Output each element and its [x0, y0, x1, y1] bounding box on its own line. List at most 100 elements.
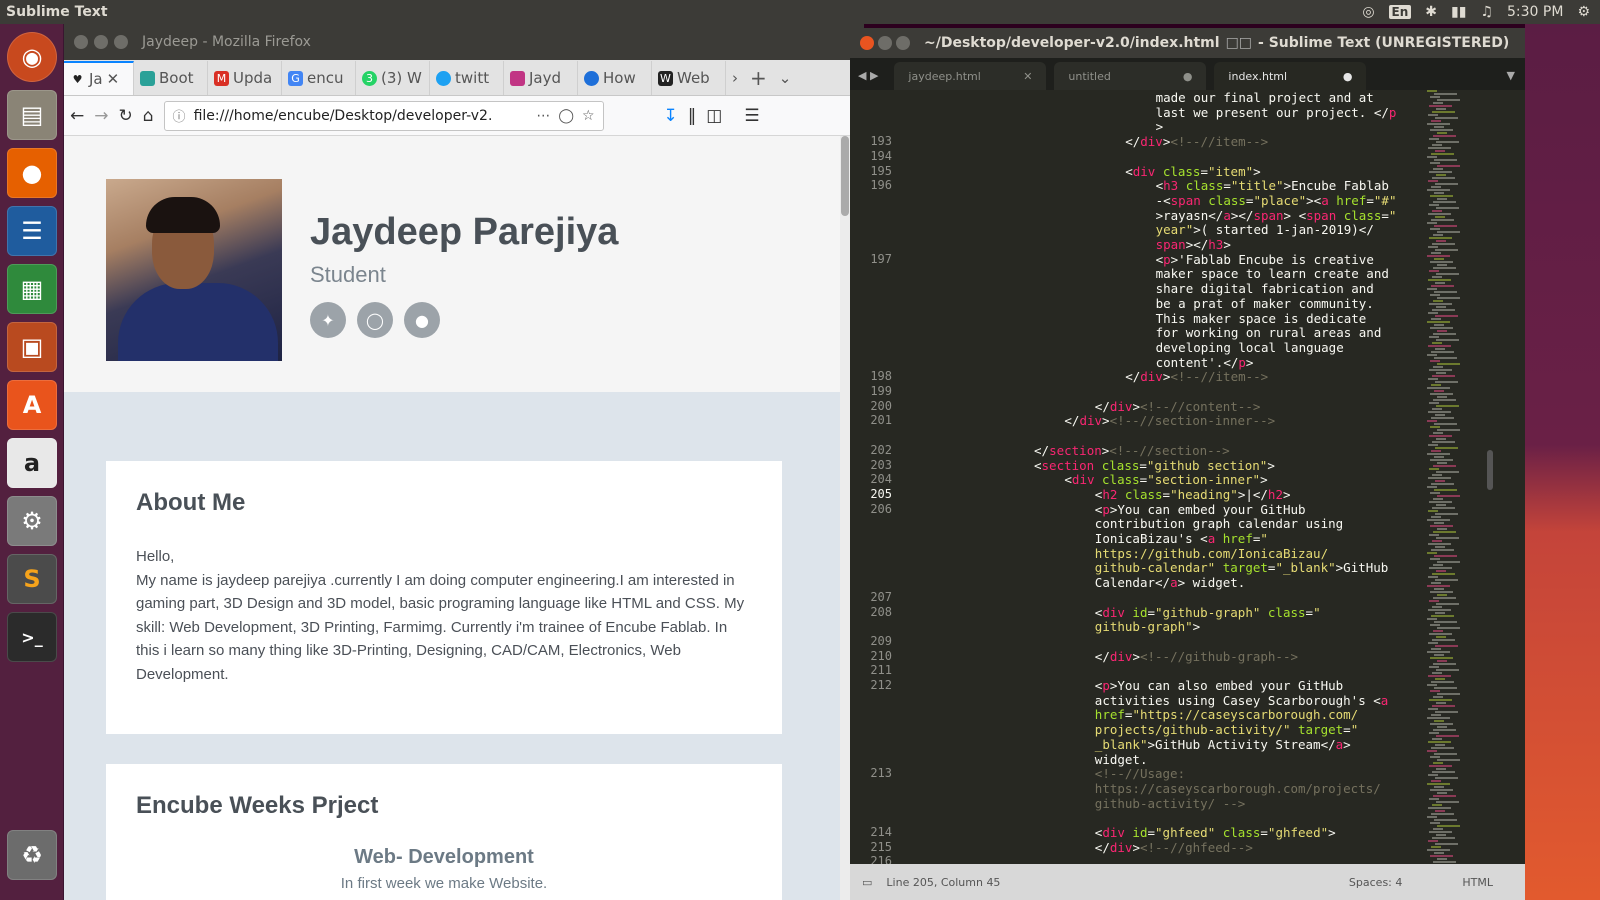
url-bar[interactable]: ⓘ file:///home/encube/Desktop/developer-…: [163, 100, 604, 131]
pocket-icon[interactable]: ◯: [558, 108, 574, 124]
writer-icon[interactable]: ☰: [7, 206, 57, 256]
minimap-line: [1430, 96, 1440, 98]
url-text[interactable]: file:///home/encube/Desktop/developer-v2…: [194, 108, 493, 124]
system-settings-icon[interactable]: ⚙: [7, 496, 57, 546]
tab-instagram[interactable]: Jayd: [504, 61, 578, 95]
code-editor[interactable]: made our final project and at last we pre…: [914, 90, 1444, 886]
unsaved-dot-icon[interactable]: ●: [1343, 70, 1353, 83]
forward-icon[interactable]: →: [94, 106, 108, 126]
tab-scroll-right[interactable]: ›: [726, 61, 744, 95]
chevron-down-icon[interactable]: ⌄: [773, 61, 798, 95]
line-number-gutter: 193 194 195 196 197 198 199 200 201 202 203 204 205 2…: [850, 90, 912, 886]
tab-jaydeep[interactable]: ♥ Ja ✕: [64, 61, 134, 95]
indentation-setting[interactable]: Spaces: 4: [1349, 876, 1402, 889]
unsaved-dot-icon[interactable]: ●: [1183, 70, 1193, 83]
tab-web[interactable]: W Web: [652, 61, 726, 95]
minimize-icon[interactable]: [878, 36, 892, 50]
tab-twitter[interactable]: twitt: [430, 61, 504, 95]
code-token: >|</: [1237, 486, 1268, 502]
tab-how[interactable]: How: [578, 61, 652, 95]
maximize-icon[interactable]: [114, 35, 128, 49]
keyboard-language-indicator[interactable]: En: [1388, 5, 1412, 19]
code-token: href: [1328, 192, 1367, 208]
twitter-icon[interactable]: ✦: [310, 302, 346, 338]
panel-toggle-icon[interactable]: ▭: [862, 876, 872, 889]
calc-icon[interactable]: ▦: [7, 264, 57, 314]
bookmark-star-icon[interactable]: ☆: [582, 108, 595, 124]
amazon-icon[interactable]: a: [7, 438, 57, 488]
new-tab-button[interactable]: +: [744, 61, 773, 95]
code-token: div: [1109, 839, 1133, 855]
syntax-setting[interactable]: HTML: [1462, 876, 1493, 889]
tab-google[interactable]: Gencu: [282, 61, 356, 95]
ubuntu-dash-icon[interactable]: ◉: [7, 32, 57, 82]
page-actions-icon[interactable]: ⋯: [536, 108, 550, 124]
maximize-icon[interactable]: [896, 36, 910, 50]
minimap-line: [1429, 567, 1452, 569]
minimap[interactable]: [1425, 90, 1490, 886]
close-icon[interactable]: [860, 36, 874, 50]
tab-gmail[interactable]: M Upda: [208, 61, 282, 95]
reload-icon[interactable]: ↻: [119, 106, 133, 126]
about-card: About Me Hello, My name is jaydeep parej…: [106, 461, 782, 734]
close-icon[interactable]: [74, 35, 88, 49]
software-center-icon[interactable]: A: [7, 380, 57, 430]
sublime-text-icon[interactable]: S: [7, 554, 57, 604]
impress-icon[interactable]: ▣: [7, 322, 57, 372]
minimap-line: [1433, 795, 1456, 797]
tab-boot[interactable]: Boot: [134, 61, 208, 95]
sublime-tab-jaydeep[interactable]: jaydeep.html ✕: [894, 62, 1047, 90]
tab-whatsapp[interactable]: 3 (3) W: [356, 61, 430, 95]
code-token: github-activity/ -->: [1094, 795, 1246, 811]
terminal-icon[interactable]: >_: [7, 612, 57, 662]
tab-list-dropdown-icon[interactable]: ▼: [1497, 69, 1525, 90]
code-token: div: [1079, 413, 1103, 429]
close-icon[interactable]: ✕: [1023, 70, 1032, 83]
volume-icon[interactable]: ♫: [1480, 4, 1493, 20]
close-icon[interactable]: ✕: [107, 70, 120, 88]
minimap-line: [1431, 285, 1454, 287]
firefox-icon[interactable]: ●: [7, 148, 57, 198]
minimap-line: [1434, 159, 1457, 161]
page-scrollbar[interactable]: [840, 136, 850, 900]
minimap-line: [1437, 264, 1447, 266]
trash-icon[interactable]: ♻: [7, 830, 57, 880]
code-token: >: [1192, 619, 1201, 635]
minimap-line: [1435, 546, 1445, 548]
sublime-tab-untitled[interactable]: untitled ●: [1054, 62, 1207, 90]
github-icon[interactable]: ●: [404, 302, 440, 338]
download-icon[interactable]: ↧: [664, 106, 678, 126]
code-token: >: [1155, 119, 1164, 135]
back-icon[interactable]: ←: [70, 106, 84, 126]
info-icon[interactable]: ⓘ: [173, 106, 186, 125]
battery-icon[interactable]: ▮▮: [1451, 4, 1466, 20]
minimap-line: [1427, 90, 1437, 92]
sublime-tab-index[interactable]: index.html ●: [1214, 62, 1367, 90]
editor-scrollbar[interactable]: [1485, 90, 1495, 886]
code-line: <div id="ghfeed" class="ghfeed">: [1095, 825, 1336, 840]
menu-icon[interactable]: ☰: [744, 106, 759, 126]
wifi-icon[interactable]: ◎: [1362, 4, 1374, 20]
code-token: =: [1260, 825, 1268, 840]
code-token: class: [1200, 192, 1246, 208]
bluetooth-icon[interactable]: ✱: [1425, 4, 1437, 20]
code-token: "item": [1207, 163, 1254, 179]
minimap-line: [1429, 600, 1439, 602]
gear-icon[interactable]: ⚙: [1577, 4, 1590, 20]
home-icon[interactable]: ⌂: [143, 106, 154, 126]
sidebar-icon[interactable]: ◫: [706, 106, 722, 126]
minimap-line: [1431, 780, 1441, 782]
files-icon[interactable]: ▤: [7, 90, 57, 140]
minimap-line: [1436, 570, 1446, 572]
minimize-icon[interactable]: [94, 35, 108, 49]
minimap-line: [1430, 855, 1453, 857]
minimap-line: [1433, 267, 1456, 269]
clock[interactable]: 5:30 PM: [1507, 4, 1563, 20]
tab-nav-arrows-icon[interactable]: ◀ ▶: [850, 69, 886, 90]
library-icon[interactable]: ‖: [688, 106, 697, 126]
minimap-line: [1428, 180, 1438, 182]
minimap-line: [1432, 309, 1455, 311]
code-token: id: [1124, 604, 1148, 620]
minimap-line: [1433, 465, 1456, 467]
instagram-icon[interactable]: ◯: [357, 302, 393, 338]
